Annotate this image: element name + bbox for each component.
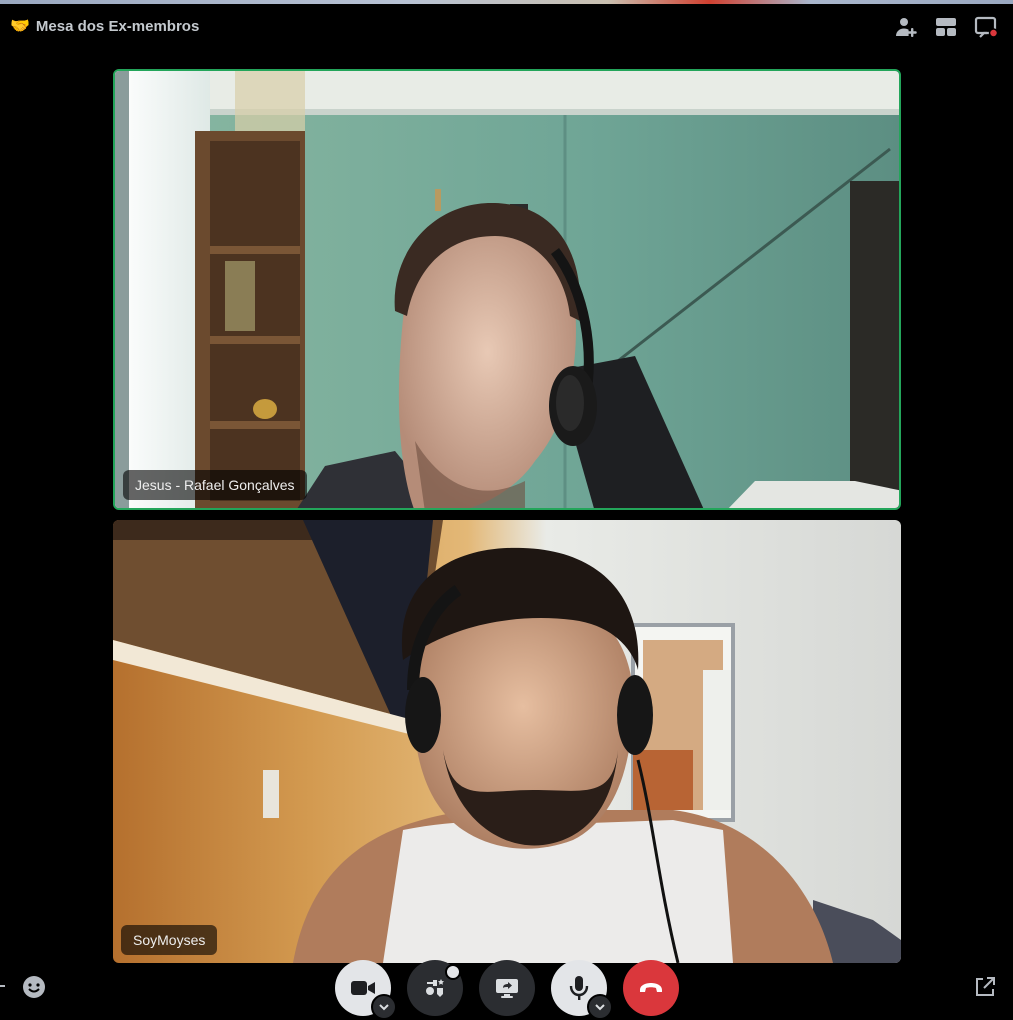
pop-out-icon[interactable]	[973, 975, 997, 999]
participant-name-tag: SoyMoyses	[121, 925, 218, 955]
channel-emoji: 🤝	[10, 18, 30, 35]
channel-title: 🤝 Mesa dos Ex-membros	[10, 16, 199, 36]
left-edge-mark	[0, 985, 5, 987]
microphone-icon	[569, 976, 589, 1000]
participant-name-tag: Jesus - Rafael Gonçalves	[123, 470, 307, 500]
call-controls	[0, 958, 1013, 1020]
disconnect-button[interactable]	[623, 960, 679, 1016]
add-user-icon[interactable]	[893, 14, 919, 40]
microphone-options-chevron-icon[interactable]	[587, 994, 613, 1020]
screen-share-icon	[496, 979, 518, 998]
layout-grid-icon[interactable]	[933, 14, 959, 40]
camera-options-chevron-icon[interactable]	[371, 994, 397, 1020]
emoji-smile-icon[interactable]	[22, 975, 46, 999]
notification-dot	[445, 964, 461, 980]
activity-screen-icon[interactable]	[973, 14, 999, 40]
participant-video	[113, 520, 901, 963]
participant-tile[interactable]: SoyMoyses	[113, 520, 901, 963]
screen-share-button[interactable]	[479, 960, 535, 1016]
call-header: 🤝 Mesa dos Ex-membros	[0, 4, 1013, 48]
camera-icon	[351, 981, 375, 995]
activities-button[interactable]	[407, 960, 463, 1016]
camera-button[interactable]	[335, 960, 397, 1020]
hang-up-icon	[640, 983, 662, 992]
activities-icon	[426, 979, 444, 997]
header-actions	[893, 14, 999, 40]
microphone-button[interactable]	[551, 960, 613, 1020]
channel-name: Mesa dos Ex-membros	[35, 17, 200, 35]
participant-tile-speaking[interactable]: Jesus - Rafael Gonçalves	[113, 69, 901, 510]
participant-video	[115, 71, 899, 508]
